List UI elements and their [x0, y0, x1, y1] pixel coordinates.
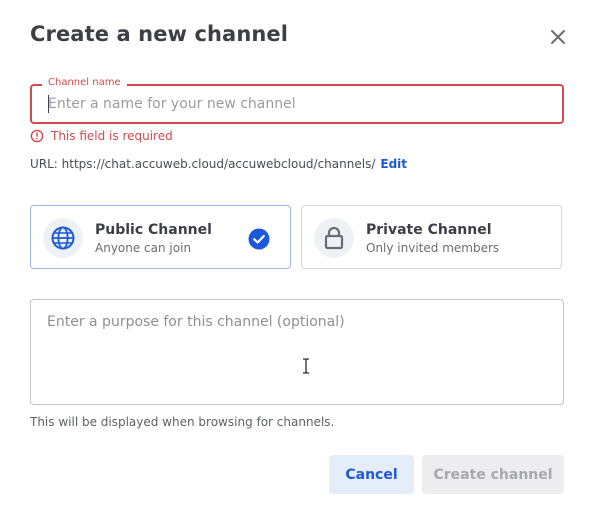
channel-name-input[interactable]: [32, 86, 548, 122]
create-channel-button[interactable]: Create channel: [422, 455, 564, 494]
channel-url: URL: https://chat.accuweb.cloud/accuwebc…: [30, 157, 407, 171]
dialog-title: Create a new channel: [30, 22, 289, 46]
error-icon: [30, 129, 44, 143]
private-channel-option[interactable]: Private Channel Only invited members: [301, 205, 562, 269]
public-icon-container: [43, 218, 83, 258]
channel-name-field[interactable]: [30, 84, 564, 124]
purpose-textarea[interactable]: [31, 300, 563, 404]
public-channel-subtitle: Anyone can join: [95, 241, 192, 255]
private-channel-subtitle: Only invited members: [366, 241, 500, 255]
edit-url-link[interactable]: Edit: [380, 157, 407, 171]
private-icon-container: [314, 218, 354, 258]
create-channel-dialog: Create a new channel Channel name This f…: [0, 0, 592, 514]
public-channel-option[interactable]: Public Channel Anyone can join: [30, 205, 291, 269]
url-text: URL: https://chat.accuweb.cloud/accuwebc…: [30, 157, 376, 171]
lock-icon: [324, 226, 344, 250]
public-channel-title: Public Channel: [95, 222, 212, 238]
purpose-field[interactable]: [30, 299, 564, 405]
close-icon[interactable]: [547, 26, 569, 48]
channel-name-error: This field is required: [30, 128, 173, 144]
private-channel-title: Private Channel: [366, 222, 492, 238]
purpose-helper-text: This will be displayed when browsing for…: [30, 415, 335, 429]
cancel-button[interactable]: Cancel: [329, 455, 414, 494]
error-text: This field is required: [51, 129, 173, 143]
globe-icon: [51, 226, 75, 250]
text-cursor-icon: [303, 358, 309, 374]
text-caret: [48, 95, 49, 113]
channel-name-label: Channel name: [42, 77, 127, 88]
checkmark-icon: [248, 228, 270, 250]
